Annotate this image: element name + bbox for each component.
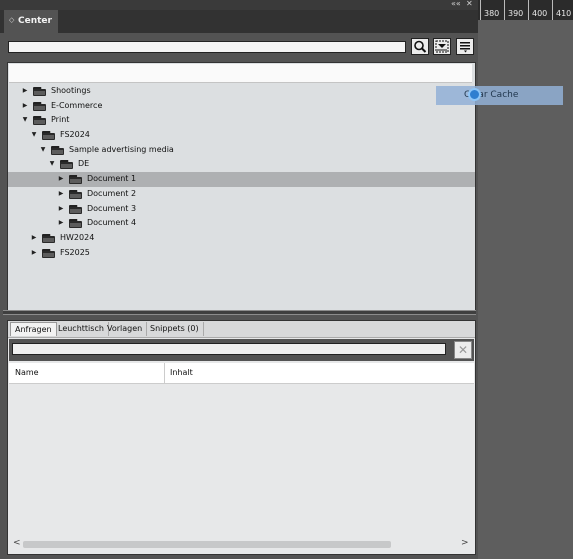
tree-item-label: Print: [51, 115, 70, 125]
ruler: 380 390 400 410: [478, 0, 573, 20]
folder-tree: ▶ Shootings ▶ E-Commerce ▼ Print ▼ FS2024 ▼ Sampl…: [8, 84, 475, 260]
clear-button[interactable]: ✕: [454, 341, 472, 359]
ruler-tick: 380: [480, 0, 499, 20]
column-header-name[interactable]: Name: [15, 363, 39, 383]
folder-icon: [60, 160, 73, 170]
tab-snippets[interactable]: Snippets (0): [146, 322, 204, 336]
horizontal-scrollbar[interactable]: < >: [11, 538, 469, 551]
lower-panel: Anfragen Leuchttisch Vorlagen Snippets (…: [7, 320, 476, 555]
folder-icon: [69, 175, 82, 185]
collapsed-arrow-icon[interactable]: ▶: [21, 99, 29, 114]
column-header-inhalt[interactable]: Inhalt: [170, 363, 193, 383]
tree-filter-input[interactable]: [9, 64, 472, 83]
tree-item[interactable]: ▶ HW2024: [8, 231, 475, 246]
folder-icon: [69, 219, 82, 229]
folder-tree-panel: ▶ Shootings ▶ E-Commerce ▼ Print ▼ FS2024 ▼ Sampl…: [7, 62, 476, 311]
ruler-tick-label: 400: [532, 9, 548, 18]
tree-item-label: HW2024: [60, 232, 95, 242]
tree-item[interactable]: ▼ Sample advertising media: [8, 143, 475, 158]
tab-vorlagen[interactable]: Vorlagen: [103, 322, 148, 336]
search-icon: [414, 40, 427, 53]
folder-icon: [33, 87, 46, 96]
panel-menu-button[interactable]: [456, 38, 474, 55]
panel-title: Center: [18, 16, 52, 26]
collapsed-arrow-icon[interactable]: ▶: [57, 187, 65, 202]
folder-icon: [33, 101, 46, 111]
folder-icon: [69, 189, 82, 199]
tree-item-label: Document 1: [87, 174, 137, 184]
drag-cursor-icon: [468, 88, 481, 101]
menu-icon: [460, 42, 470, 53]
ruler-tick-label: 390: [508, 9, 524, 18]
tree-item[interactable]: ▼ DE: [8, 157, 475, 172]
tree-item-label: DE: [78, 159, 90, 169]
tree-item-label: FS2024: [60, 130, 90, 140]
ruler-tick: 410: [552, 0, 571, 20]
scroll-right-icon[interactable]: >: [461, 538, 469, 548]
tree-item[interactable]: ▼ FS2024: [8, 128, 475, 143]
filter-bar: ✕: [9, 339, 474, 361]
tree-item[interactable]: ▶ Document 3: [8, 202, 475, 217]
ruler-tick-label: 410: [556, 9, 572, 18]
tree-item-label: Document 4: [87, 218, 137, 228]
tree-item-label: E-Commerce: [51, 100, 103, 110]
scrollbar-thumb[interactable]: [23, 541, 391, 548]
tree-item[interactable]: ▶ E-Commerce: [8, 99, 475, 114]
ruler-tick: 390: [504, 0, 523, 20]
tab-bar: Anfragen Leuchttisch Vorlagen Snippets (…: [8, 321, 475, 338]
scroll-left-icon[interactable]: <: [13, 538, 21, 548]
folder-icon: [33, 116, 46, 126]
panel-tab-center[interactable]: ◇ Center: [4, 10, 58, 33]
expanded-arrow-icon[interactable]: ▼: [21, 113, 29, 128]
collapsed-arrow-icon[interactable]: ▶: [57, 216, 65, 231]
panel-tab-bar: ◇ Center: [0, 10, 478, 33]
layout-toggle-button[interactable]: [433, 38, 451, 55]
collapsed-arrow-icon[interactable]: ▶: [57, 172, 65, 187]
column-divider[interactable]: [164, 363, 165, 383]
tree-item[interactable]: ▶ Document 1: [8, 172, 475, 187]
expanded-arrow-icon[interactable]: ▼: [48, 157, 56, 172]
collapsed-arrow-icon[interactable]: ▶: [21, 84, 29, 99]
panel-splitter[interactable]: [3, 310, 476, 315]
tree-item-label: Sample advertising media: [69, 144, 174, 154]
drag-ghost-clear-cache: Clear Cache: [436, 86, 563, 105]
layout-toggle-icon: [435, 40, 449, 53]
ruler-tick-label: 380: [484, 9, 500, 18]
tree-item-label: Document 3: [87, 203, 137, 213]
center-panel: ▶ Shootings ▶ E-Commerce ▼ Print ▼ FS2024 ▼ Sampl…: [3, 33, 476, 555]
panel-title-bar: «« ✕: [0, 0, 478, 10]
folder-icon: [42, 131, 55, 141]
tree-item-label: Document 2: [87, 188, 137, 198]
drag-handle-icon: ◇: [9, 16, 15, 24]
tree-item-label: Shootings: [51, 86, 91, 95]
close-panel-icon[interactable]: ✕: [466, 0, 473, 8]
collapsed-arrow-icon[interactable]: ▶: [30, 231, 38, 246]
search-button[interactable]: [411, 38, 429, 55]
tree-item[interactable]: ▶ Document 2: [8, 187, 475, 202]
tab-anfragen[interactable]: Anfragen: [10, 322, 57, 336]
expanded-arrow-icon[interactable]: ▼: [39, 143, 47, 158]
folder-icon: [42, 233, 55, 243]
filter-input[interactable]: [12, 343, 446, 355]
folder-icon: [51, 145, 64, 155]
tab-leuchttisch[interactable]: Leuchttisch: [54, 322, 109, 336]
tree-item[interactable]: ▶ Document 4: [8, 216, 475, 231]
collapsed-arrow-icon[interactable]: ▶: [30, 246, 38, 261]
folder-icon: [69, 204, 82, 214]
tree-item[interactable]: ▶ Shootings: [8, 84, 475, 99]
tree-item[interactable]: ▼ Print: [8, 113, 475, 128]
expanded-arrow-icon[interactable]: ▼: [30, 128, 38, 143]
collapsed-arrow-icon[interactable]: ▶: [57, 202, 65, 217]
folder-icon: [42, 248, 55, 258]
tree-item-label: FS2025: [60, 247, 90, 257]
collapse-icon[interactable]: ««: [451, 0, 461, 8]
ruler-tick: 400: [528, 0, 547, 20]
close-icon: ✕: [457, 343, 469, 357]
table-header: Name Inhalt: [9, 363, 474, 384]
tree-item[interactable]: ▶ FS2025: [8, 246, 475, 261]
search-input[interactable]: [8, 41, 406, 53]
